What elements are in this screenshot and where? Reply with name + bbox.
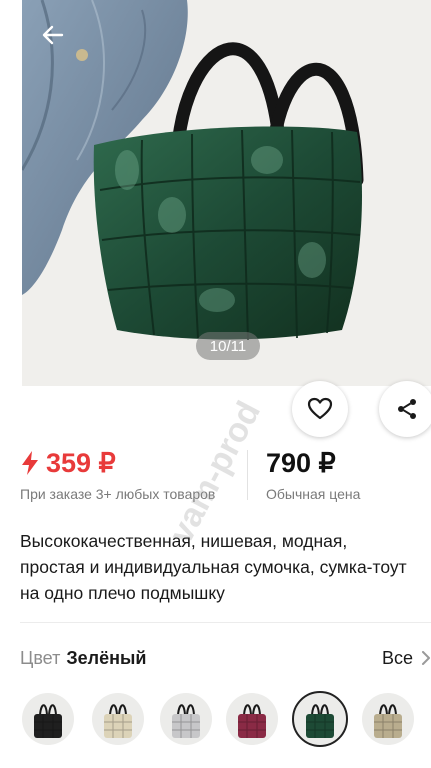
chevron-right-icon — [422, 651, 430, 665]
product-description: Высококачественная, нишевая, модная, про… — [20, 531, 407, 603]
back-button[interactable] — [42, 24, 72, 54]
product-image-gallery[interactable] — [22, 0, 431, 386]
sale-price-note: При заказе 3+ любых товаров — [20, 486, 216, 502]
color-value: Зелёный — [66, 647, 147, 668]
color-swatch-silver[interactable] — [160, 693, 212, 745]
bag-thumbnail-icon — [172, 704, 200, 738]
favorite-button[interactable] — [292, 381, 348, 437]
product-photo — [22, 0, 364, 341]
image-counter: 10/11 — [196, 332, 260, 360]
share-icon — [398, 399, 416, 419]
arrow-left-icon — [42, 25, 64, 45]
regular-price-block: 790 ₽ Обычная цена — [266, 446, 360, 502]
bag-thumbnail-icon — [374, 704, 402, 738]
bag-thumbnail-icon — [34, 704, 62, 738]
section-divider — [20, 622, 431, 623]
regular-price-note: Обычная цена — [266, 486, 361, 502]
lightning-icon — [22, 451, 38, 475]
sale-price: 359 ₽ — [46, 447, 116, 478]
color-selector-header: Цвет Зелёный Все — [20, 646, 431, 670]
sale-price-block: 359 ₽ При заказе 3+ любых товаров — [20, 446, 216, 503]
color-swatches — [0, 691, 431, 749]
color-label: Цвет — [20, 647, 61, 668]
color-swatch-burgundy[interactable] — [226, 693, 278, 745]
color-swatch-green[interactable] — [292, 691, 348, 747]
bag-thumbnail-icon — [306, 704, 334, 738]
see-all-link[interactable]: Все — [382, 648, 431, 669]
bag-thumbnail-icon — [104, 704, 132, 738]
price-divider — [247, 450, 248, 500]
see-all-label: Все — [381, 647, 413, 668]
share-button[interactable] — [379, 381, 431, 437]
color-swatch-beige[interactable] — [92, 693, 144, 745]
color-swatch-khaki[interactable] — [362, 693, 414, 745]
regular-price: 790 ₽ — [266, 448, 336, 478]
heart-icon — [307, 397, 333, 420]
bag-thumbnail-icon — [238, 704, 266, 738]
color-swatch-black[interactable] — [22, 693, 74, 745]
